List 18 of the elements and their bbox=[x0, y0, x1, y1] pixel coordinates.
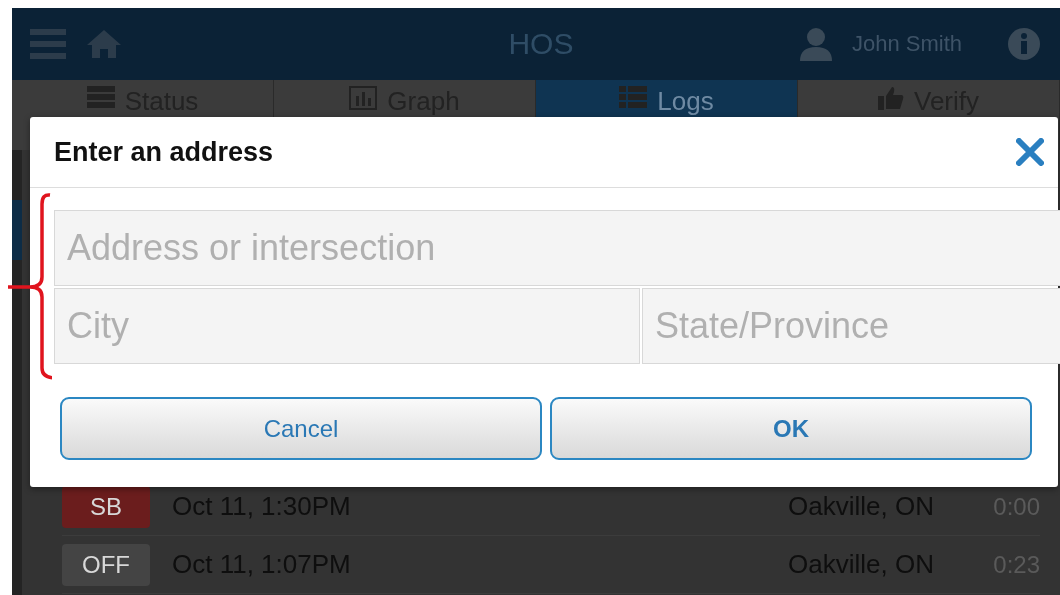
table-icon bbox=[619, 86, 648, 108]
sidebar-marker bbox=[12, 200, 22, 260]
chart-icon bbox=[349, 86, 378, 110]
menu-icon[interactable] bbox=[30, 29, 66, 59]
input-field[interactable]: Address or intersection bbox=[54, 210, 1060, 286]
cancel-button[interactable]: Cancel bbox=[60, 397, 542, 460]
input-field[interactable]: State/Province bbox=[642, 288, 1060, 364]
info-icon[interactable] bbox=[1008, 28, 1040, 60]
close-icon bbox=[1016, 138, 1044, 166]
status-badge: OFF bbox=[62, 543, 150, 586]
home-icon[interactable] bbox=[86, 29, 122, 59]
ok-button[interactable]: OK bbox=[550, 397, 1032, 460]
status-badge: SB bbox=[62, 485, 150, 528]
thumbs-up-icon bbox=[878, 86, 904, 110]
close-button[interactable] bbox=[1016, 138, 1044, 166]
input-field[interactable]: City bbox=[54, 288, 640, 364]
list-icon bbox=[86, 86, 115, 108]
user-icon bbox=[799, 27, 832, 61]
